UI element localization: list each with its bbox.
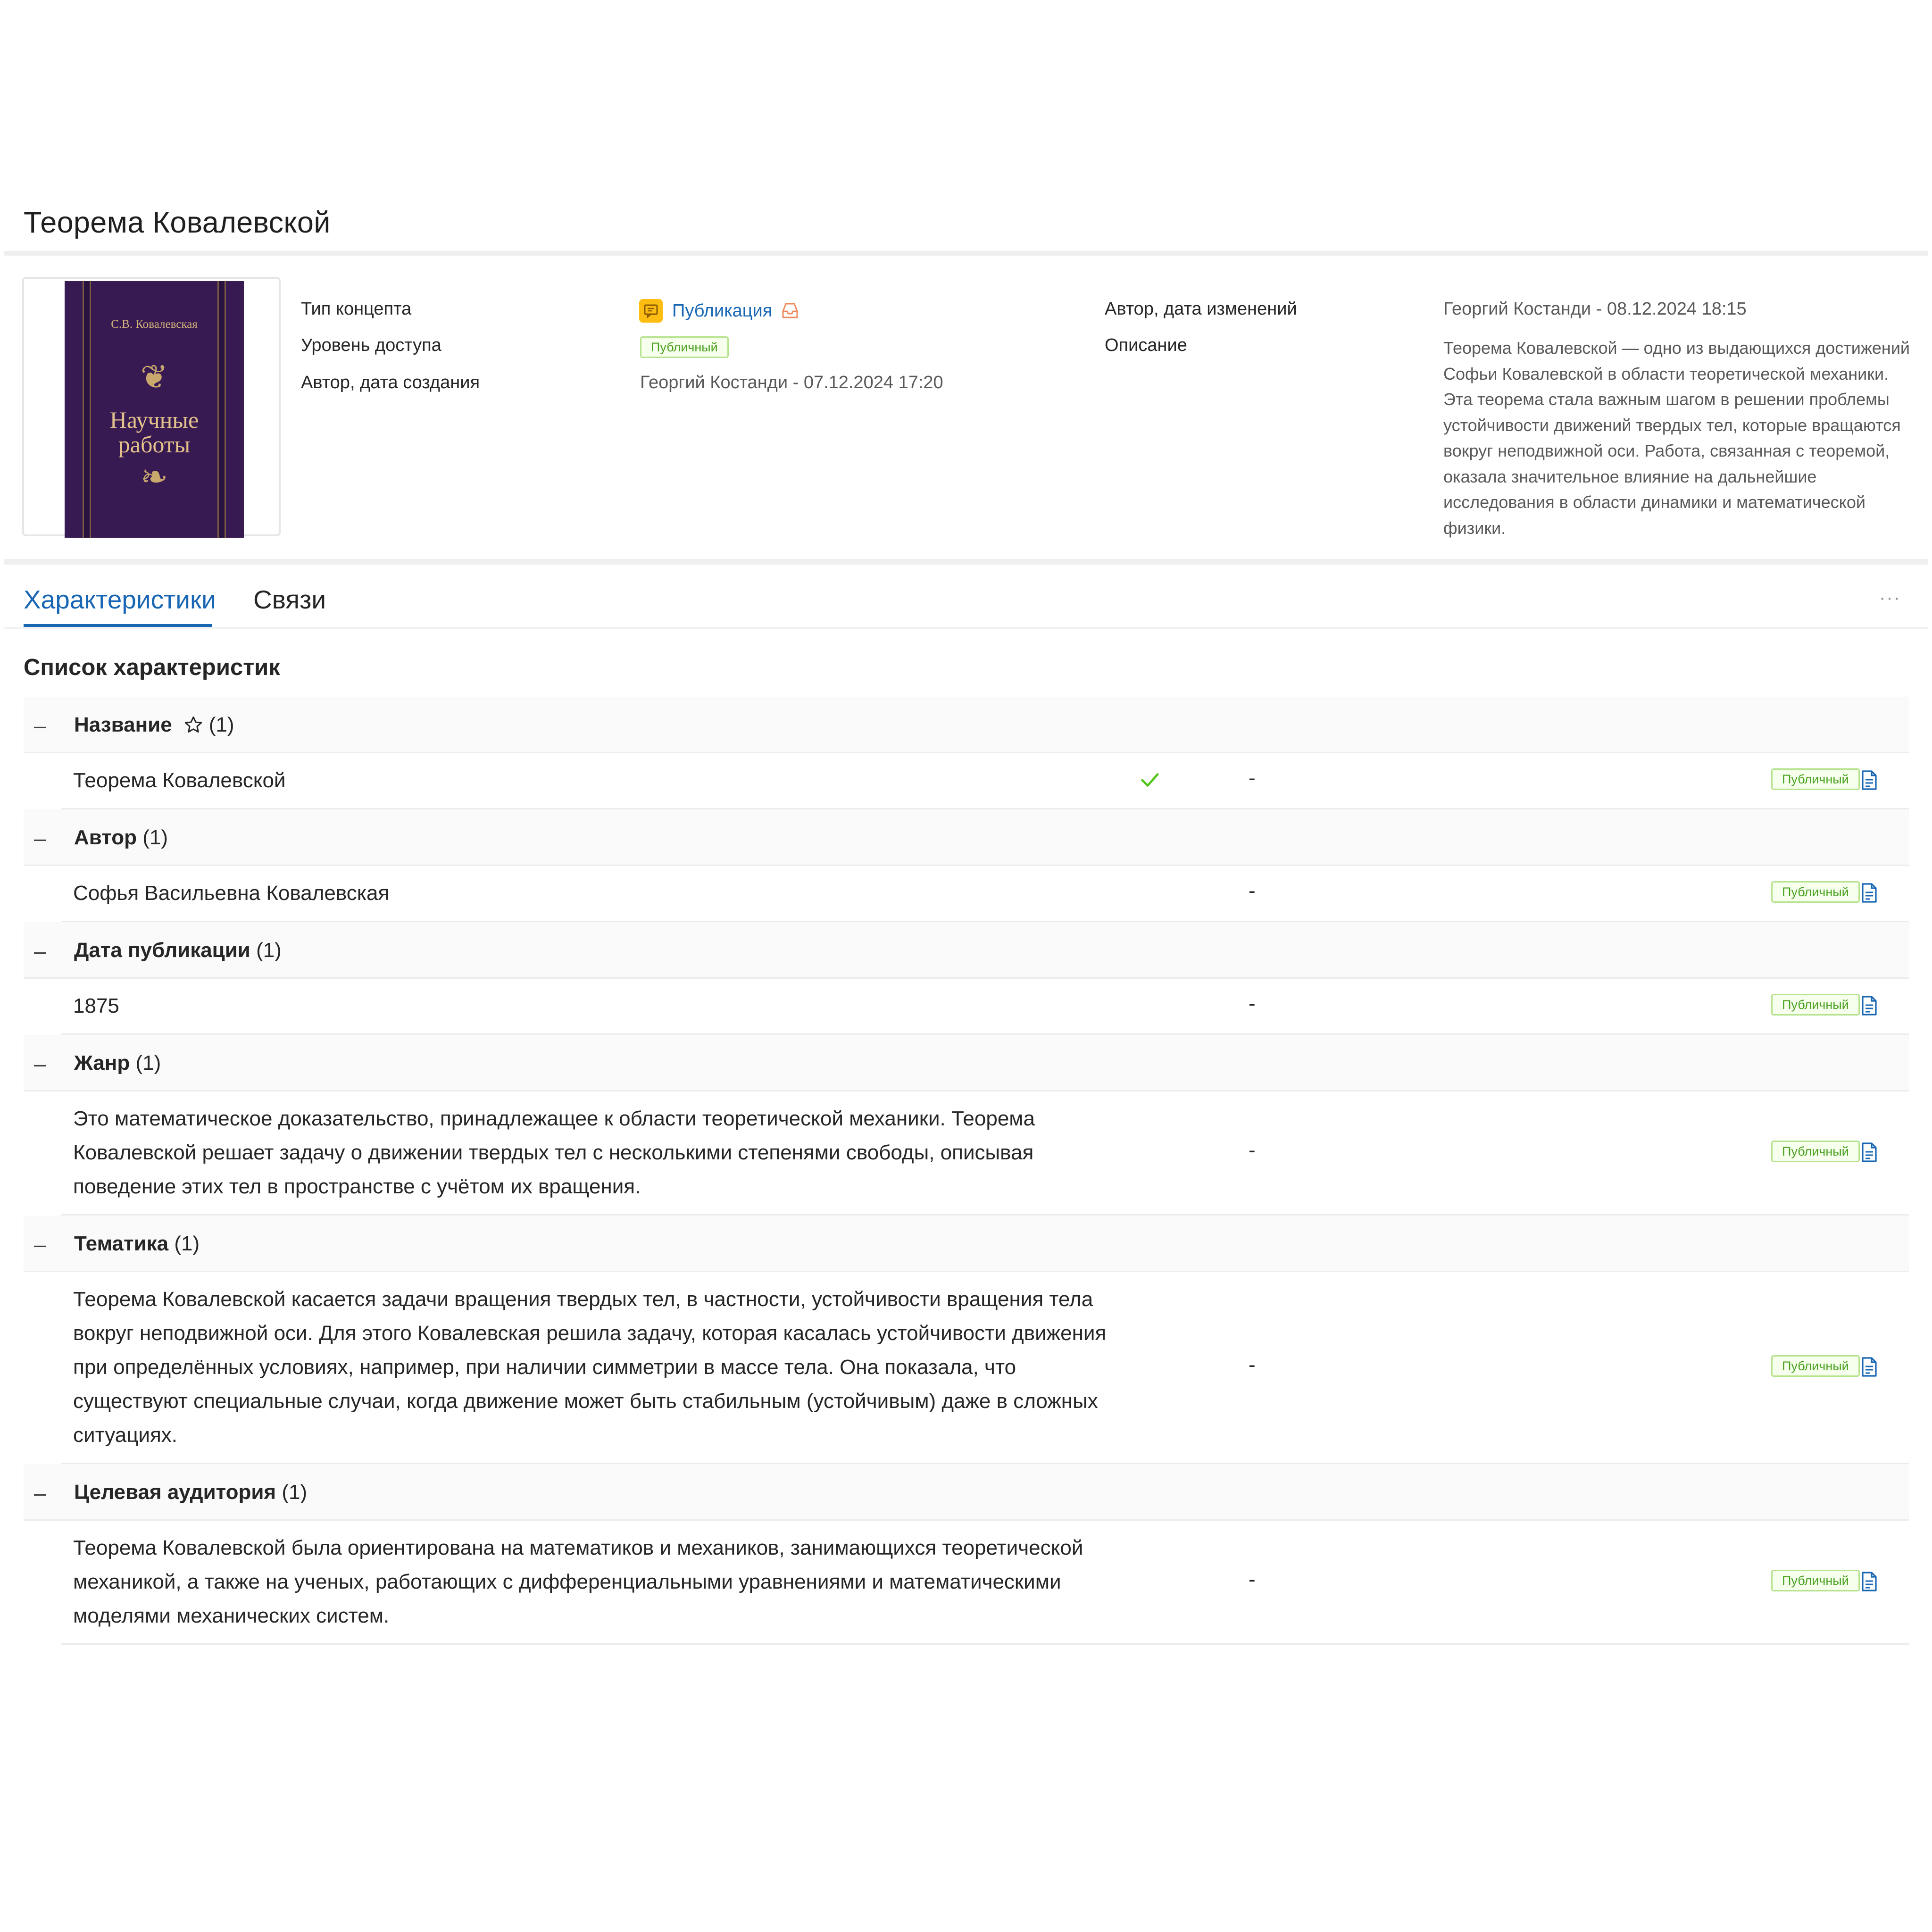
attribute-source: -: [1249, 766, 1256, 790]
active-tab-indicator: [24, 624, 212, 627]
document-icon[interactable]: [1861, 995, 1878, 1018]
attribute-group-name: Тематика (1): [74, 1232, 200, 1256]
attribute-value-row[interactable]: Теорема Ковалевской - Публичный: [61, 753, 1909, 809]
collapse-toggle-icon[interactable]: –: [34, 1051, 46, 1076]
attribute-value-text: Теорема Ковалевской касается задачи вращ…: [73, 1288, 1107, 1447]
attribute-value-row[interactable]: Софья Васильевна Ковалевская - Публичный: [61, 866, 1909, 922]
cover-top-ornament: ❦: [140, 358, 168, 396]
attribute-value-row[interactable]: Теорема Ковалевской была ориентирована н…: [61, 1521, 1909, 1645]
cover-bottom-ornament: ❧: [140, 458, 168, 496]
access-level-tag: Публичный: [1771, 1141, 1860, 1162]
access-level-label: Уровень доступа: [301, 335, 441, 355]
attribute-group-header[interactable]: – Тематика (1): [24, 1216, 1909, 1272]
attribute-group-count: (1): [208, 713, 234, 736]
attribute-group-header[interactable]: – Жанр (1): [24, 1035, 1909, 1091]
attribute-value-text: Это математическое доказательство, прина…: [73, 1107, 1035, 1198]
attribute-group-header[interactable]: – Автор (1): [24, 809, 1909, 866]
attribute-value-row[interactable]: Это математическое доказательство, прина…: [61, 1091, 1909, 1216]
attribute-group-name: Автор (1): [74, 826, 168, 849]
created-label: Автор, дата создания: [301, 373, 480, 392]
attribute-group-count: (1): [282, 1481, 308, 1504]
cover-title: Научные работы: [109, 407, 199, 458]
tab-characteristics[interactable]: Характеристики: [24, 583, 216, 616]
collapse-toggle-icon[interactable]: –: [34, 1232, 46, 1257]
attribute-value-text: 1875: [73, 994, 119, 1017]
modified-value: Георгий Костанди - 08.12.2024 18:15: [1443, 299, 1747, 319]
collapse-toggle-icon[interactable]: –: [34, 1480, 46, 1506]
book-cover-image: С.В. Ковалевская ❦ Научные работы ❧: [65, 281, 244, 538]
section-title: Список характеристик: [24, 655, 280, 680]
access-level-tag: Публичный: [640, 336, 729, 358]
description-value: Теорема Ковалевской — одно из выдающихся…: [1443, 338, 1910, 538]
concept-type-value[interactable]: Публикация: [672, 301, 772, 321]
attribute-group-header[interactable]: – Дата публикации (1): [24, 922, 1909, 979]
attribute-value-row[interactable]: Теорема Ковалевской касается задачи вращ…: [61, 1272, 1909, 1464]
cover-image-frame[interactable]: С.В. Ковалевская ❦ Научные работы ❧: [22, 277, 281, 538]
attribute-source: -: [1249, 1353, 1256, 1376]
attribute-group-name: Целевая аудитория (1): [74, 1481, 307, 1504]
attribute-group-count: (1): [135, 1051, 161, 1074]
access-level-tag: Публичный: [1771, 1570, 1860, 1591]
document-icon[interactable]: [1861, 1571, 1878, 1594]
document-icon[interactable]: [1861, 1357, 1878, 1380]
more-options-icon[interactable]: ···: [1879, 587, 1901, 608]
attribute-group-label: Название: [74, 713, 172, 736]
created-value: Георгий Костанди - 07.12.2024 17:20: [640, 373, 943, 392]
document-icon[interactable]: [1861, 770, 1878, 793]
cover-author: С.В. Ковалевская: [111, 318, 198, 331]
concept-type-link[interactable]: Публикация: [639, 299, 799, 323]
access-level-tag: Публичный: [1771, 881, 1860, 903]
attribute-group-label: Жанр: [74, 1051, 130, 1074]
modified-label: Автор, дата изменений: [1105, 299, 1297, 319]
attributes-table: – Название (1) Теорема Ковалевской - Публичны…: [24, 697, 1909, 1645]
publication-icon: [639, 299, 663, 323]
attribute-value-text: Софья Васильевна Ковалевская: [73, 882, 390, 905]
attribute-value-row[interactable]: 1875 - Публичный: [61, 979, 1909, 1035]
document-icon[interactable]: [1861, 1142, 1878, 1165]
attribute-value-text: Теорема Ковалевской: [73, 769, 286, 792]
attribute-group-header[interactable]: – Целевая аудитория (1): [24, 1464, 1909, 1521]
attribute-group-count: (1): [256, 939, 282, 962]
attribute-source: -: [1249, 1568, 1256, 1591]
collapse-toggle-icon[interactable]: –: [34, 938, 46, 964]
attribute-group-name: Название (1): [74, 713, 234, 737]
attribute-group-count: (1): [142, 826, 168, 849]
header-divider: [4, 559, 1928, 565]
attribute-group-label: Автор: [74, 826, 137, 849]
check-icon: [1139, 769, 1161, 793]
access-level-tag: Публичный: [1771, 768, 1860, 790]
description-label: Описание: [1105, 335, 1187, 355]
star-outline-icon[interactable]: [183, 715, 203, 735]
collapse-toggle-icon[interactable]: –: [34, 713, 46, 738]
collapse-toggle-icon[interactable]: –: [34, 825, 46, 851]
attribute-group-name: Дата публикации (1): [74, 939, 282, 962]
concept-type-label: Тип концепта: [301, 299, 412, 319]
title-divider: [4, 251, 1928, 256]
access-level-tag: Публичный: [1771, 994, 1860, 1016]
attribute-group-label: Целевая аудитория: [74, 1481, 276, 1504]
attribute-source: -: [1249, 1139, 1256, 1162]
inbox-icon[interactable]: [781, 302, 799, 320]
document-icon[interactable]: [1861, 883, 1878, 906]
tab-relations[interactable]: Связи: [253, 583, 326, 616]
access-level-tag-wrap: Публичный: [640, 336, 729, 358]
attribute-group-label: Дата публикации: [74, 939, 250, 962]
tabs-divider: [4, 627, 1928, 629]
attribute-group-label: Тематика: [74, 1232, 169, 1255]
access-level-tag: Публичный: [1771, 1355, 1860, 1377]
attribute-group-name: Жанр (1): [74, 1051, 161, 1075]
attribute-source: -: [1249, 879, 1256, 902]
attribute-group-header[interactable]: – Название (1): [24, 697, 1909, 753]
attribute-value-text: Теорема Ковалевской была ориентирована н…: [73, 1536, 1083, 1627]
attribute-source: -: [1249, 992, 1256, 1015]
page-title: Теорема Ковалевской: [24, 206, 331, 239]
attribute-group-count: (1): [174, 1232, 200, 1255]
